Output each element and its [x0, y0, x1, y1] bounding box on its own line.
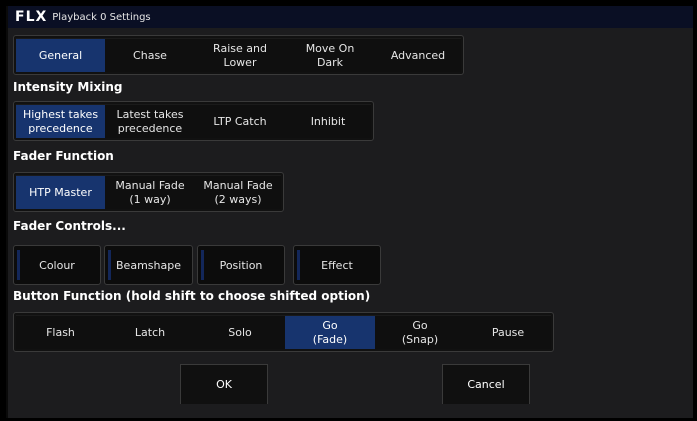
option-latest-takes-precedence[interactable]: Latest takes precedence: [105, 104, 195, 138]
button-function-options: Flash Latch Solo Go (Fade) Go (Snap) Pau…: [13, 312, 554, 352]
window-title: Playback 0 Settings: [52, 11, 151, 23]
option-pause[interactable]: Pause: [465, 315, 551, 349]
fader-function-options: HTP Master Manual Fade (1 way) Manual Fa…: [13, 172, 284, 212]
tab-general[interactable]: General: [16, 38, 105, 72]
beamshape-indicator: [108, 250, 111, 280]
effect-button[interactable]: Effect: [293, 245, 381, 285]
fader-controls-heading: Fader Controls...: [13, 219, 126, 233]
flx-logo: FLX: [15, 9, 48, 25]
ok-button[interactable]: OK: [180, 364, 268, 404]
effect-indicator: [297, 250, 300, 280]
option-inhibit[interactable]: Inhibit: [285, 104, 371, 138]
option-flash[interactable]: Flash: [16, 315, 105, 349]
effect-label: Effect: [321, 258, 353, 272]
colour-label: Colour: [39, 258, 75, 272]
position-button[interactable]: Position: [197, 245, 285, 285]
colour-indicator: [17, 250, 20, 280]
button-function-heading: Button Function (hold shift to choose sh…: [13, 289, 371, 303]
option-go-snap[interactable]: Go (Snap): [375, 315, 465, 349]
option-manual-fade-2-ways[interactable]: Manual Fade (2 ways): [195, 175, 281, 209]
option-solo[interactable]: Solo: [195, 315, 285, 349]
tab-bar: General Chase Raise and Lower Move On Da…: [13, 35, 464, 75]
cancel-button[interactable]: Cancel: [442, 364, 530, 404]
colour-button[interactable]: Colour: [13, 245, 101, 285]
intensity-mixing-heading: Intensity Mixing: [13, 80, 123, 94]
playback-settings-window: FLX Playback 0 Settings General Chase Ra…: [6, 6, 693, 418]
position-indicator: [201, 250, 204, 280]
option-go-fade[interactable]: Go (Fade): [285, 315, 375, 349]
option-htp-master[interactable]: HTP Master: [16, 175, 105, 209]
option-manual-fade-1-way[interactable]: Manual Fade (1 way): [105, 175, 195, 209]
title-bar: FLX Playback 0 Settings: [8, 6, 693, 28]
fader-function-heading: Fader Function: [13, 149, 114, 163]
beamshape-label: Beamshape: [116, 258, 181, 272]
tab-raise-and-lower[interactable]: Raise and Lower: [195, 38, 285, 72]
option-latch[interactable]: Latch: [105, 315, 195, 349]
position-label: Position: [219, 258, 263, 272]
intensity-mixing-options: Highest takes precedence Latest takes pr…: [13, 101, 374, 141]
beamshape-button[interactable]: Beamshape: [104, 245, 193, 285]
option-highest-takes-precedence[interactable]: Highest takes precedence: [16, 104, 105, 138]
tab-chase[interactable]: Chase: [105, 38, 195, 72]
option-ltp-catch[interactable]: LTP Catch: [195, 104, 285, 138]
tab-advanced[interactable]: Advanced: [375, 38, 461, 72]
tab-move-on-dark[interactable]: Move On Dark: [285, 38, 375, 72]
